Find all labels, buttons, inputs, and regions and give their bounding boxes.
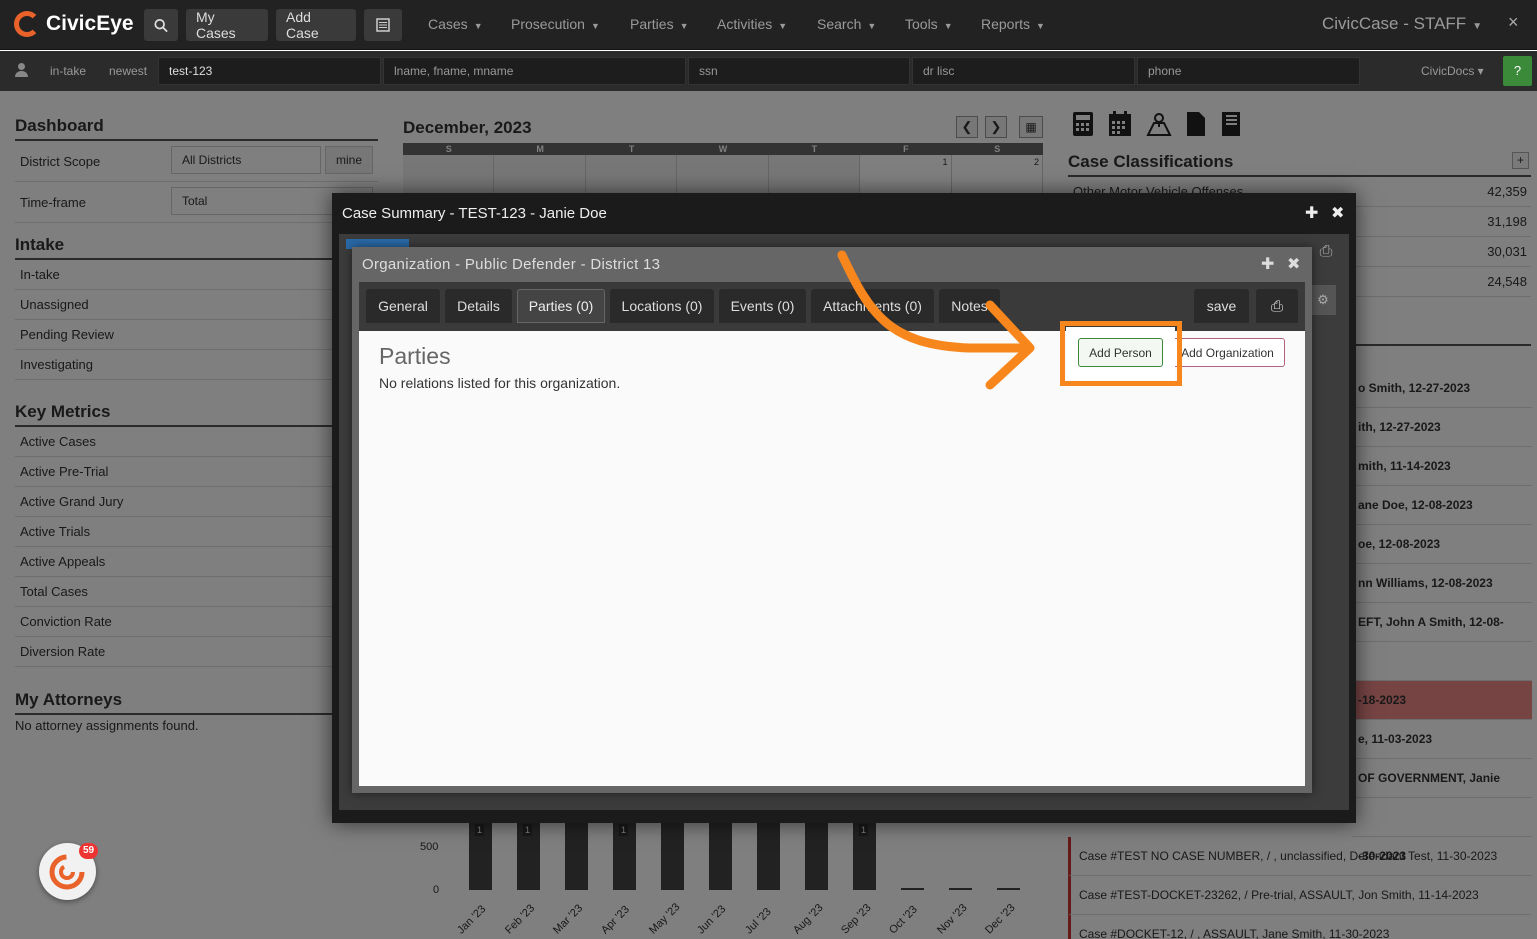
intake-filter[interactable]: in-take <box>50 57 86 85</box>
parties-empty-message: No relations listed for this organizatio… <box>379 375 621 391</box>
search-icon <box>154 18 168 32</box>
add-case-button[interactable]: Add Case <box>276 9 356 41</box>
print-icon: ⎙ <box>1270 297 1283 315</box>
expand-icon[interactable]: ✚ <box>1261 254 1274 274</box>
chevron-down-icon: ▼ <box>473 21 483 31</box>
chevron-down-icon: ▼ <box>867 21 877 31</box>
close-icon[interactable]: × <box>1508 12 1519 33</box>
notification-badge: 59 <box>79 843 98 859</box>
print-icon[interactable]: ⎙ <box>1315 243 1337 265</box>
civicdocs-menu[interactable]: CivicDocs ▾ <box>1421 64 1484 78</box>
tab-events[interactable]: Events (0) <box>719 289 806 323</box>
help-button[interactable]: ? <box>1503 56 1532 86</box>
chevron-down-icon: ▼ <box>1036 21 1045 31</box>
gear-icon[interactable]: ⚙ <box>1310 285 1336 315</box>
search-button[interactable] <box>144 9 178 41</box>
add-organization-button[interactable]: Add Organization <box>1170 338 1285 367</box>
menu-tools[interactable]: Tools ▼ <box>905 16 953 32</box>
civiceye-logo-icon <box>14 11 40 37</box>
menu-cases[interactable]: Cases ▼ <box>428 16 483 32</box>
brand-name: CivicEye <box>46 12 134 35</box>
newest-filter[interactable]: newest <box>109 57 147 85</box>
parties-pane <box>359 331 1305 786</box>
list-icon <box>376 18 390 32</box>
chevron-down-icon: ▼ <box>1472 21 1483 32</box>
close-icon[interactable]: ✖ <box>1331 203 1344 223</box>
tab-parties[interactable]: Parties (0) <box>517 289 605 323</box>
brand-logo[interactable]: CivicEye <box>14 11 134 37</box>
chevron-down-icon: ▼ <box>778 21 788 31</box>
phone-search-input[interactable]: phone <box>1137 57 1360 85</box>
menu-prosecution[interactable]: Prosecution ▼ <box>511 16 600 32</box>
annotation-arrow-icon <box>837 250 1035 390</box>
save-button[interactable]: save <box>1194 289 1249 323</box>
menu-parties[interactable]: Parties ▼ <box>630 16 689 32</box>
menu-activities[interactable]: Activities ▼ <box>717 16 787 32</box>
organization-title: Organization - Public Defender - Distric… <box>362 256 661 273</box>
tab-locations[interactable]: Locations (0) <box>610 289 714 323</box>
menu-reports[interactable]: Reports ▼ <box>981 16 1045 32</box>
tab-details[interactable]: Details <box>445 289 512 323</box>
my-cases-button[interactable]: My Cases <box>186 9 268 41</box>
tab-general[interactable]: General <box>366 289 440 323</box>
dl-search-input[interactable]: dr lisc <box>912 57 1135 85</box>
user-icon[interactable] <box>15 63 28 77</box>
chevron-down-icon: ▼ <box>679 21 689 31</box>
app-title[interactable]: CivicCase - STAFF ▼ <box>1322 14 1482 34</box>
case-search-input[interactable]: test-123 <box>158 57 381 85</box>
chevron-down-icon: ▼ <box>943 21 953 31</box>
close-icon[interactable]: ✖ <box>1287 254 1300 274</box>
calculator-button[interactable] <box>364 9 402 41</box>
name-search-input[interactable]: lname, fname, mname <box>383 57 686 85</box>
expand-icon[interactable]: ✚ <box>1305 203 1318 223</box>
menu-search[interactable]: Search ▼ <box>817 16 876 32</box>
ssn-search-input[interactable]: ssn <box>688 57 910 85</box>
case-summary-title: Case Summary - TEST-123 - Janie Doe <box>342 205 607 222</box>
highlight-box <box>1060 321 1182 386</box>
chevron-down-icon: ▼ <box>590 21 600 31</box>
parties-heading: Parties <box>379 343 451 369</box>
print-button[interactable]: ⎙ <box>1256 289 1298 323</box>
